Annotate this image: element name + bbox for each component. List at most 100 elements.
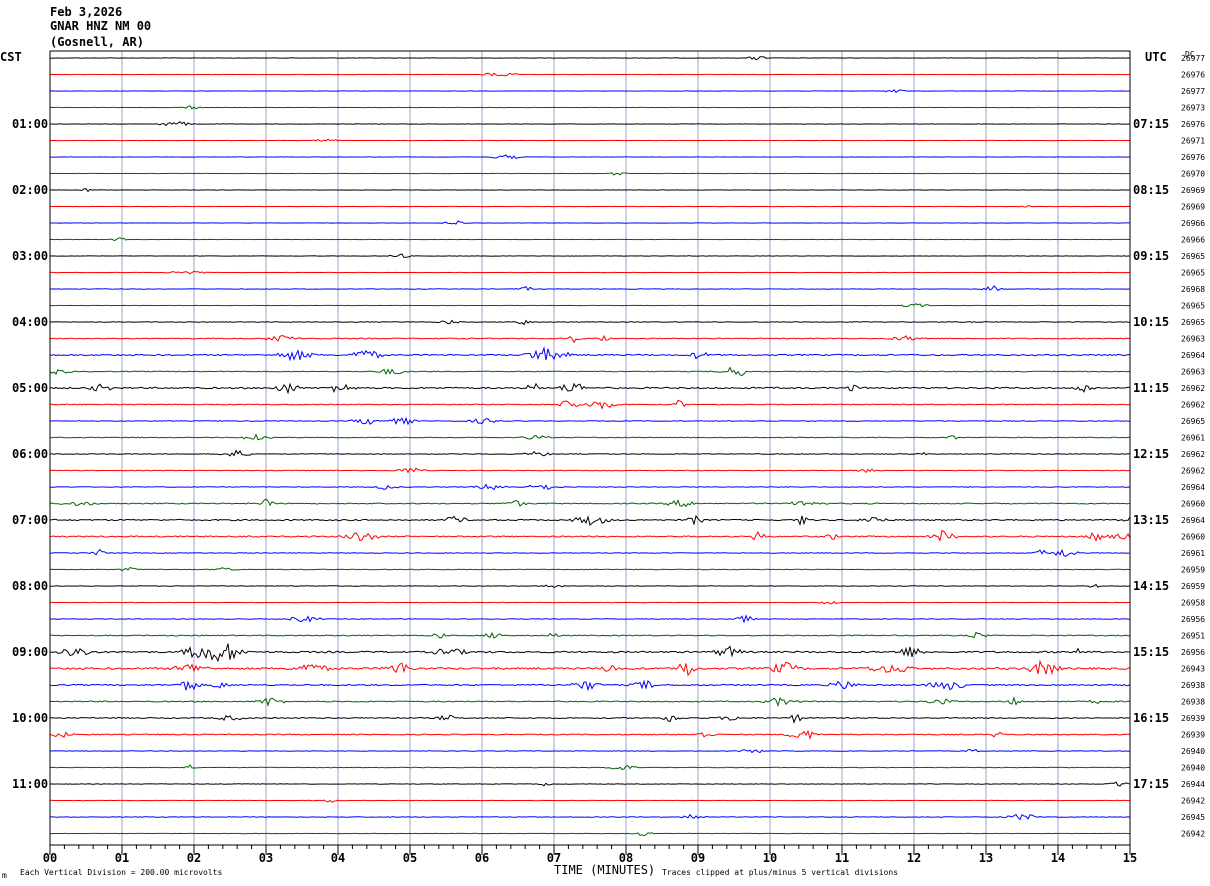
right-hour-label: 14:15 [1133,579,1169,593]
seismic-trace [49,600,1130,605]
right-timezone-label: UTC [1145,50,1167,64]
dc-offset-label: 26956 [1181,615,1205,624]
seismic-trace [49,319,1131,326]
left-hour-label: 04:00 [12,315,48,329]
left-hour-label: 08:00 [12,579,48,593]
seismic-trace [50,188,1130,193]
header-station: GNAR HNZ NM 00 [50,19,151,33]
seismic-trace [49,498,1131,508]
seismic-trace [49,270,1131,275]
seismic-trace [49,467,1131,474]
x-tick-label: 06 [475,851,489,865]
left-hour-label: 09:00 [12,645,48,659]
dc-offset-label: 26963 [1181,368,1205,377]
seismic-trace [49,382,1131,395]
seismic-trace [49,781,1131,787]
seismic-trace [49,713,1131,724]
seismic-trace [49,583,1131,588]
dc-offset-label: 26962 [1181,384,1205,393]
helicorder-chart: Feb 3,2026 GNAR HNZ NM 00 (Gosnell, AR) … [0,5,1205,880]
dc-offset-label: 26977 [1181,87,1205,96]
seismic-trace [50,285,1131,292]
header-date: Feb 3,2026 [50,5,122,19]
dc-offset-label: 26965 [1181,302,1205,311]
seismic-trace [50,220,1130,225]
corner-mark: m [2,871,7,880]
x-tick-label: 13 [979,851,993,865]
dc-offset-label: 26965 [1181,318,1205,327]
dc-offset-label: 26964 [1181,483,1205,492]
dc-offset-label: 26940 [1181,747,1205,756]
right-hour-label: 09:15 [1133,249,1169,263]
dc-offset-label: 26961 [1181,549,1205,558]
x-tick-label: 02 [187,851,201,865]
x-tick-label: 14 [1051,851,1065,865]
dc-offset-label: 26965 [1181,252,1205,261]
right-hour-label: 11:15 [1133,381,1169,395]
seismic-trace [49,659,1131,677]
seismic-trace [50,748,1131,754]
dc-offset-label: 26962 [1181,467,1205,476]
left-timezone-label: CST [0,50,22,64]
seismic-trace [50,138,1131,142]
seismic-trace [50,253,1130,259]
seismic-trace [50,416,1131,426]
right-hour-label: 08:15 [1133,183,1169,197]
left-hour-label: 06:00 [12,447,48,461]
seismic-trace [50,334,1131,344]
dc-offset-label: 26960 [1181,533,1205,542]
seismic-trace [49,72,1131,77]
x-axis-title: TIME (MINUTES) [554,863,655,877]
x-tick-label: 11 [835,851,849,865]
dc-offset-label: 26959 [1181,566,1205,575]
dc-offset-label: 26942 [1181,797,1205,806]
seismic-trace [49,205,1131,208]
dc-offset-label: 26938 [1181,681,1205,690]
left-hour-label: 10:00 [12,711,48,725]
x-tick-label: 12 [907,851,921,865]
header-location: (Gosnell, AR) [50,35,144,49]
left-hour-label: 02:00 [12,183,48,197]
seismic-trace [49,514,1131,527]
seismic-trace [50,121,1131,127]
x-tick-label: 00 [43,851,57,865]
left-hour-label: 03:00 [12,249,48,263]
x-tick-label: 04 [331,851,345,865]
right-hour-label: 07:15 [1133,117,1169,131]
left-hour-label: 01:00 [12,117,48,131]
dc-offset-label: 26971 [1181,137,1205,146]
seismic-trace [49,154,1130,160]
seismic-trace [49,433,1131,441]
dc-offset-label: 26968 [1181,285,1205,294]
scale-note: Each Vertical Division = 200.00 microvol… [20,868,222,877]
seismic-trace [49,832,1131,837]
seismic-trace [49,56,1131,61]
dc-offset-label: 26977 [1181,54,1205,63]
left-hour-label: 07:00 [12,513,48,527]
dc-offset-label: 26961 [1181,434,1205,443]
dc-offset-label: 26940 [1181,764,1205,773]
seismic-trace [49,729,1131,741]
dc-offset-label: 26966 [1181,219,1205,228]
dc-offset-label: 26938 [1181,698,1205,707]
dc-offset-label: 26959 [1181,582,1205,591]
x-tick-label: 15 [1123,851,1137,865]
x-tick-label: 03 [259,851,273,865]
seismic-trace [50,764,1131,770]
dc-offset-label: 26942 [1181,830,1205,839]
dc-offset-label: 26969 [1181,203,1205,212]
dc-offset-label: 26963 [1181,335,1205,344]
dc-offset-label: 26951 [1181,632,1205,641]
label-layer: 00 01 02 03 04 05 06 07 08 09 10 11 12 13 14 1526977269… [12,54,1205,865]
seismic-trace [49,643,1130,663]
seismic-trace [49,483,1131,491]
dc-offset-label: 26970 [1181,170,1205,179]
seismic-trace [49,614,1131,624]
dc-offset-label: 26944 [1181,780,1205,789]
dc-offset-label: 26956 [1181,648,1205,657]
seismic-trace [49,813,1131,821]
dc-offset-label: 26969 [1181,186,1205,195]
seismic-trace [49,89,1131,93]
right-hour-label: 12:15 [1133,447,1169,461]
dc-offset-label: 26976 [1181,71,1205,80]
